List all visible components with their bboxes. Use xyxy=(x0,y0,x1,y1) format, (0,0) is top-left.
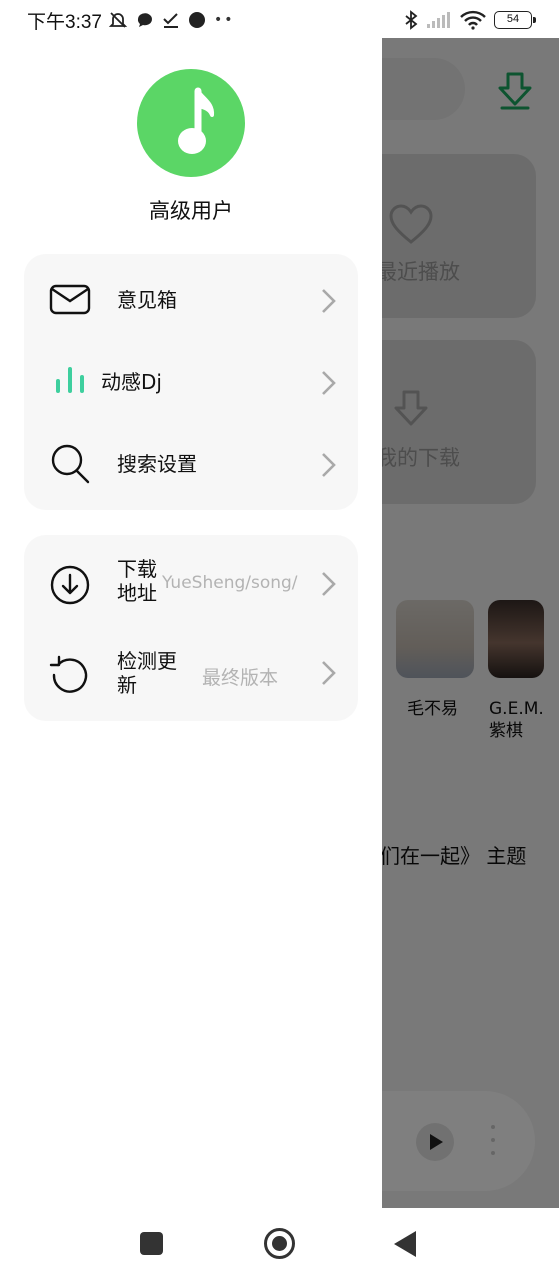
info-group: 下载 地址 YueSheng/song/ 检测更 新 最终版本 xyxy=(24,535,358,721)
user-name: 高级用户 xyxy=(149,199,233,223)
menu-item-label: 动感Dj xyxy=(101,370,162,394)
avatar[interactable] xyxy=(137,69,245,177)
system-nav-bar xyxy=(0,1208,559,1280)
menu-item-search-settings[interactable]: 搜索设置 xyxy=(24,422,358,504)
menu-item-download-path[interactable]: 下载 地址 YueSheng/song/ xyxy=(24,539,358,621)
version-value: 最终版本 xyxy=(202,667,279,689)
chevron-right-icon xyxy=(322,453,336,477)
home-button[interactable] xyxy=(264,1228,295,1259)
notification-icons: •• xyxy=(108,10,235,30)
chevron-right-icon xyxy=(322,572,336,596)
chat-bubble-icon xyxy=(137,13,152,27)
recent-apps-button[interactable] xyxy=(140,1232,163,1255)
battery-indicator: 54 xyxy=(494,11,536,29)
bluetooth-icon xyxy=(405,10,418,30)
mute-bell-icon xyxy=(108,12,128,28)
menu-item-dj[interactable]: 动感Dj xyxy=(24,340,358,422)
system-icons: 54 xyxy=(404,9,536,31)
menu-item-feedback[interactable]: 意见箱 xyxy=(24,258,358,340)
chevron-right-icon xyxy=(322,371,336,395)
status-time: 下午3:37 xyxy=(27,12,102,33)
menu-item-label: 搜索设置 xyxy=(117,452,197,476)
download-circle-icon xyxy=(50,565,90,605)
search-icon xyxy=(51,444,90,484)
signal-icon xyxy=(427,12,450,28)
wifi-icon xyxy=(460,10,486,30)
mail-icon xyxy=(49,284,91,315)
record-dot-icon xyxy=(189,12,205,28)
equalizer-icon xyxy=(56,367,84,393)
music-note-icon xyxy=(178,87,215,154)
chevron-right-icon xyxy=(322,661,336,685)
download-path-value: YueSheng/song/ xyxy=(162,573,298,593)
more-dots-icon: •• xyxy=(214,12,235,28)
settings-group: 意见箱 动感Dj 搜索设置 xyxy=(24,254,358,510)
status-bar: 下午3:37 •• 54 xyxy=(0,0,559,38)
refresh-icon xyxy=(49,655,88,693)
menu-item-label: 意见箱 xyxy=(117,288,177,312)
back-button[interactable] xyxy=(394,1231,416,1257)
navigation-drawer: 高级用户 意见箱 动感Dj 搜索设置 下载 地址 YueSheng/song/ … xyxy=(0,38,382,1208)
menu-item-check-update[interactable]: 检测更 新 最终版本 xyxy=(24,631,358,713)
checkmark-icon xyxy=(163,13,178,28)
chevron-right-icon xyxy=(322,289,336,313)
menu-item-label: 检测更 新 xyxy=(117,649,177,697)
menu-item-label: 下载 地址 xyxy=(117,557,157,605)
